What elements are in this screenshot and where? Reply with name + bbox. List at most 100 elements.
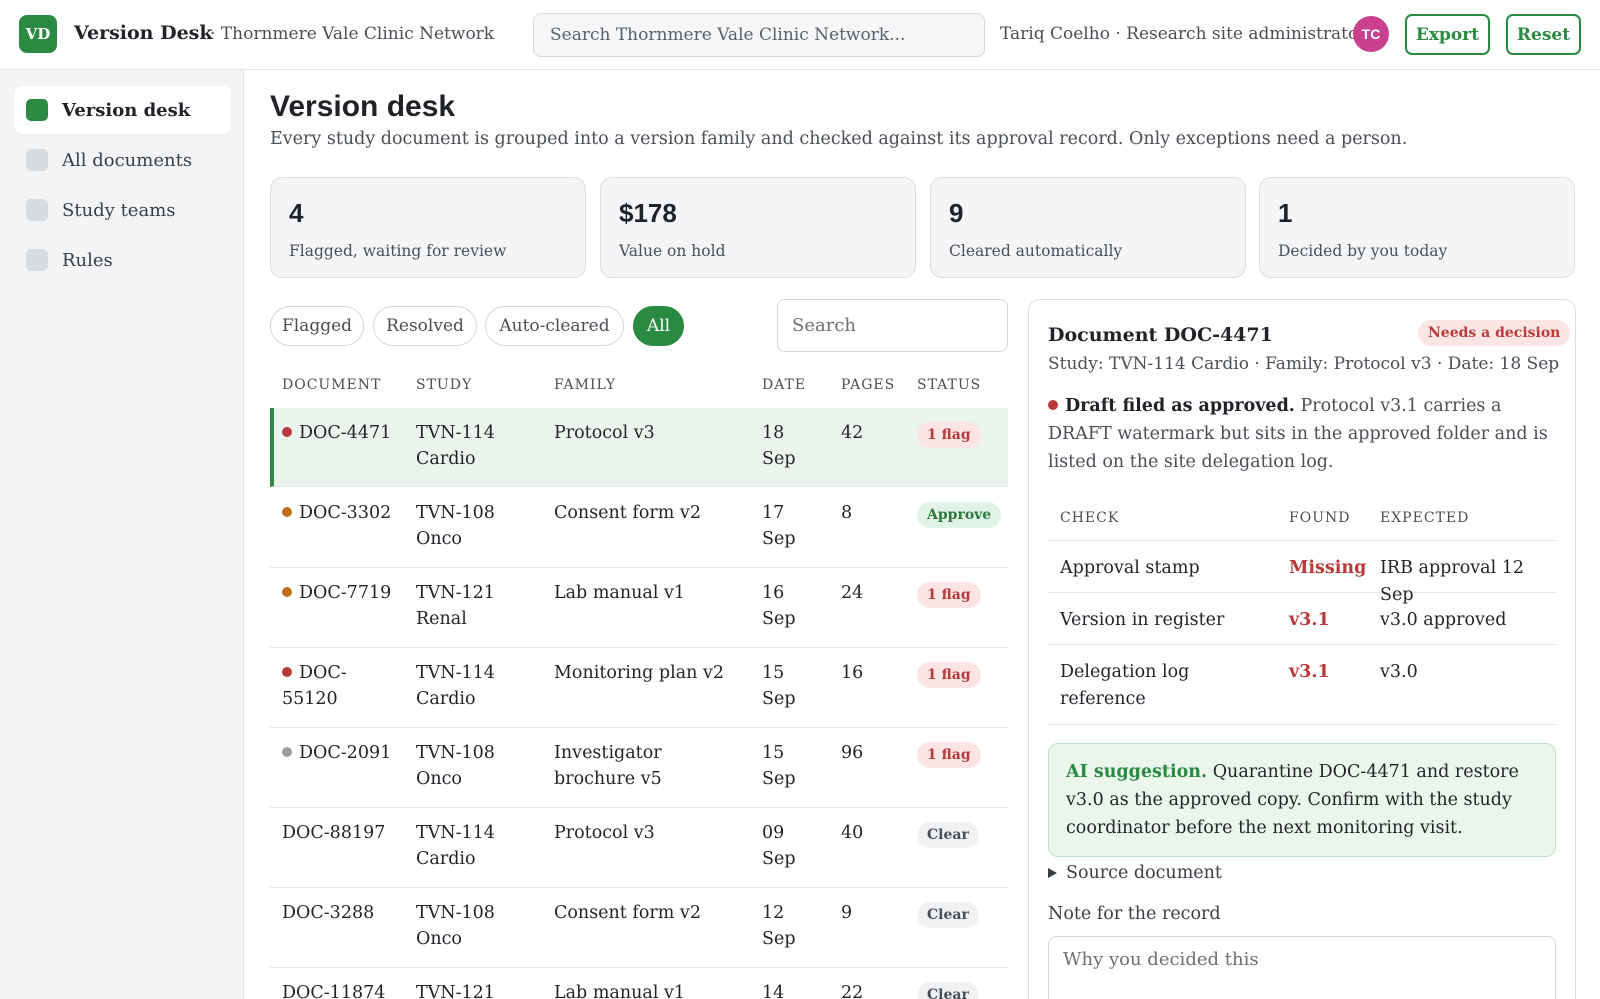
sidebar: Version desk All documents Study teams R…	[0, 70, 244, 999]
table-row[interactable]: DOC-55120 TVN-114 Cardio Monitoring plan…	[270, 648, 1008, 728]
cell-study: TVN-108 Onco	[416, 503, 495, 549]
cell-family: Lab manual v1	[554, 583, 686, 603]
cell-date: 09 Sep	[762, 823, 796, 869]
column-header-pages[interactable]: PAGES	[841, 377, 895, 393]
source-document-toggle[interactable]: Source document	[1048, 863, 1222, 883]
table-row[interactable]: DOC-88197 TVN-114 Cardio Protocol v3 09 …	[270, 808, 1008, 888]
cell-pages: 16	[841, 663, 864, 683]
cell-pages: 40	[841, 823, 864, 843]
cell-family: Consent form v2	[554, 903, 701, 923]
cell-date: 12 Sep	[762, 903, 796, 949]
status-badge: Approve	[917, 502, 1002, 528]
check-header: CHECK	[1060, 510, 1120, 526]
status-badge: 1 flag	[917, 582, 981, 608]
note-input[interactable]	[1048, 936, 1556, 999]
table-row[interactable]: DOC-3288 TVN-108 Onco Consent form v2 12…	[270, 888, 1008, 968]
reset-button[interactable]: Reset	[1506, 14, 1581, 55]
sidebar-square-icon	[26, 199, 48, 221]
status-badge: 1 flag	[917, 662, 981, 688]
document-id: DOC-3302	[299, 503, 392, 523]
table-search-input[interactable]	[777, 299, 1008, 352]
user-label: Tariq Coelho · Research site administrat…	[1000, 24, 1367, 44]
note-label: Note for the record	[1048, 904, 1221, 924]
status-dot-icon	[282, 427, 292, 437]
filter-chip-flagged[interactable]: Flagged	[270, 306, 364, 346]
cell-pages: 24	[841, 583, 864, 603]
sidebar-item-all-documents[interactable]: All documents	[14, 136, 231, 184]
page-subtitle: Every study document is grouped into a v…	[270, 129, 1408, 149]
ai-suggestion-label: AI suggestion.	[1066, 762, 1208, 782]
status-badge: 1 flag	[917, 742, 981, 768]
avatar[interactable]: TC	[1353, 16, 1389, 52]
status-badge: Clear	[917, 982, 979, 999]
cell-pages: 96	[841, 743, 864, 763]
cell-document: DOC-11874	[282, 980, 385, 999]
status-badge: Clear	[917, 902, 979, 928]
cell-family: Consent form v2	[554, 503, 701, 523]
expected-header: EXPECTED	[1380, 510, 1470, 526]
sidebar-square-icon	[26, 249, 48, 271]
cell-date: 18 Sep	[762, 423, 796, 469]
cell-study: TVN-114 Cardio	[416, 823, 495, 869]
check-found: v3.1	[1289, 610, 1330, 630]
cell-family: Investigator brochure v5	[554, 743, 662, 789]
sidebar-item-rules[interactable]: Rules	[14, 236, 231, 284]
column-header-date[interactable]: DATE	[762, 377, 806, 393]
cell-family: Protocol v3	[554, 823, 655, 843]
export-button[interactable]: Export	[1405, 14, 1490, 55]
table-row[interactable]: DOC-11874 TVN-121 Lab manual v1 14 Sep 2…	[270, 968, 1008, 999]
status-dot-icon	[282, 507, 292, 517]
table-row[interactable]: DOC-3302 TVN-108 Onco Consent form v2 17…	[270, 488, 1008, 568]
global-search-input[interactable]	[533, 13, 985, 57]
organization-name: · Thornmere Vale Clinic Network	[210, 24, 495, 44]
column-header-status[interactable]: STATUS	[917, 377, 981, 393]
cell-document: DOC-7719	[282, 580, 391, 606]
table-row[interactable]: DOC-2091 TVN-108 Onco Investigator broch…	[270, 728, 1008, 808]
check-found: Missing	[1289, 558, 1367, 578]
cell-date: 15 Sep	[762, 743, 796, 789]
check-name: Version in register	[1060, 610, 1225, 630]
issue-dot-icon	[1048, 400, 1058, 410]
check-row: Version in register v3.1 v3.0 approved	[1048, 593, 1556, 645]
check-name: Delegation log reference	[1060, 662, 1190, 709]
table-row[interactable]: DOC-7719 TVN-121 Renal Lab manual v1 16 …	[270, 568, 1008, 648]
source-document-label: Source document	[1066, 863, 1222, 883]
column-header-study[interactable]: STUDY	[416, 377, 472, 393]
stat-value: 4	[289, 198, 304, 228]
cell-family: Protocol v3	[554, 423, 655, 443]
table-row[interactable]: DOC-4471 TVN-114 Cardio Protocol v3 18 S…	[270, 408, 1008, 487]
check-row: Delegation log reference v3.1 v3.0	[1048, 645, 1556, 725]
column-header-family[interactable]: FAMILY	[554, 377, 616, 393]
document-id: DOC-7719	[299, 583, 392, 603]
ai-suggestion-box: AI suggestion. Quarantine DOC-4471 and r…	[1048, 743, 1556, 857]
stat-label: Value on hold	[619, 242, 726, 260]
status-dot-icon	[282, 587, 292, 597]
cell-date: 14 Sep	[762, 983, 785, 999]
stat-label: Cleared automatically	[949, 242, 1123, 260]
cell-pages: 8	[841, 503, 853, 523]
filter-chip-auto-cleared[interactable]: Auto-cleared	[485, 306, 624, 346]
check-name: Approval stamp	[1060, 558, 1200, 578]
app-logo: VD	[19, 15, 57, 53]
filter-chip-all[interactable]: All	[633, 306, 684, 346]
filter-chip-resolved[interactable]: Resolved	[373, 306, 477, 346]
check-expected: v3.0	[1380, 662, 1418, 682]
cell-study: TVN-108 Onco	[416, 743, 495, 789]
cell-pages: 9	[841, 903, 853, 923]
check-expected: v3.0 approved	[1380, 610, 1507, 630]
document-id: DOC-88197	[282, 823, 386, 843]
cell-pages: 22	[841, 983, 864, 999]
column-header-document[interactable]: DOCUMENT	[282, 377, 381, 393]
cell-document: DOC-3302	[282, 500, 391, 526]
sidebar-item-study-teams[interactable]: Study teams	[14, 186, 231, 234]
cell-family: Lab manual v1	[554, 983, 686, 999]
status-badge: Clear	[917, 822, 979, 848]
detail-title: Document DOC-4471	[1048, 324, 1273, 346]
issue-title: Draft filed as approved.	[1065, 396, 1295, 416]
document-id: DOC-2091	[299, 743, 392, 763]
stat-value: 9	[949, 198, 964, 228]
cell-family: Monitoring plan v2	[554, 663, 724, 683]
sidebar-item-version-desk[interactable]: Version desk	[14, 86, 231, 134]
status-dot-icon	[282, 747, 292, 757]
top-bar: VD Version Desk · Thornmere Vale Clinic …	[0, 0, 1600, 70]
